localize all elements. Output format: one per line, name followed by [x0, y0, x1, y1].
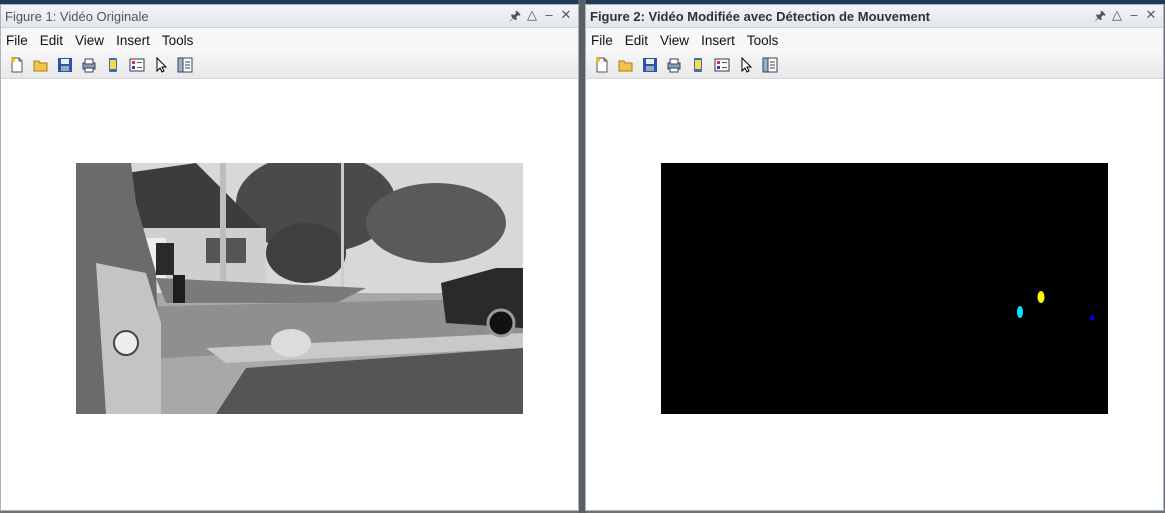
titlebar[interactable]: Figure 2: Vidéo Modifiée avec Détection …: [586, 5, 1163, 28]
color-palette-icon[interactable]: [127, 55, 147, 75]
menu-insert[interactable]: Insert: [110, 33, 156, 48]
new-file-icon[interactable]: [592, 55, 612, 75]
pin-icon[interactable]: 🖈: [509, 7, 521, 29]
figure-1-window: Figure 1: Vidéo Originale 🖈 △ – ✕ File E…: [0, 4, 579, 511]
pointer-icon[interactable]: [151, 55, 171, 75]
menu-edit[interactable]: Edit: [619, 33, 654, 48]
save-icon[interactable]: [640, 55, 660, 75]
toolbar: [1, 52, 578, 79]
pointer-icon[interactable]: [736, 55, 756, 75]
motion-mask-frame: [661, 163, 1108, 414]
titlebar[interactable]: Figure 1: Vidéo Originale 🖈 △ – ✕: [1, 5, 578, 28]
menu-edit[interactable]: Edit: [34, 33, 69, 48]
original-video-frame: [76, 163, 523, 414]
menu-insert[interactable]: Insert: [695, 33, 741, 48]
figure-2-window: Figure 2: Vidéo Modifiée avec Détection …: [585, 4, 1164, 511]
print-icon[interactable]: [664, 55, 684, 75]
menubar: File Edit View Insert Tools: [1, 28, 578, 52]
window-title: Figure 2: Vidéo Modifiée avec Détection …: [590, 8, 930, 24]
menu-file[interactable]: File: [586, 33, 619, 48]
menu-view[interactable]: View: [654, 33, 695, 48]
detection-blob-yellow: [1037, 291, 1045, 303]
phone-icon[interactable]: [688, 55, 708, 75]
close-icon[interactable]: ✕: [560, 7, 572, 29]
figure-canvas: [1, 79, 578, 510]
window-title: Figure 1: Vidéo Originale: [5, 8, 149, 24]
new-file-icon[interactable]: [7, 55, 27, 75]
property-panel-icon[interactable]: [175, 55, 195, 75]
toolbar: [586, 52, 1163, 79]
open-folder-icon[interactable]: [616, 55, 636, 75]
save-icon[interactable]: [55, 55, 75, 75]
print-icon[interactable]: [79, 55, 99, 75]
open-folder-icon[interactable]: [31, 55, 51, 75]
menubar: File Edit View Insert Tools: [586, 28, 1163, 52]
menu-view[interactable]: View: [69, 33, 110, 48]
minimize-icon[interactable]: –: [1128, 7, 1140, 29]
motion-detection-image: [661, 163, 1108, 414]
menu-tools[interactable]: Tools: [156, 33, 200, 48]
close-icon[interactable]: ✕: [1145, 7, 1157, 29]
detection-blob-blue: [1089, 315, 1095, 321]
menu-tools[interactable]: Tools: [741, 33, 785, 48]
color-palette-icon[interactable]: [712, 55, 732, 75]
property-panel-icon[interactable]: [760, 55, 780, 75]
restore-icon[interactable]: △: [1111, 7, 1123, 29]
restore-icon[interactable]: △: [526, 7, 538, 29]
phone-icon[interactable]: [103, 55, 123, 75]
detection-blob-cyan: [1017, 306, 1023, 318]
street-scene-image: [76, 163, 523, 414]
minimize-icon[interactable]: –: [543, 7, 555, 29]
menu-file[interactable]: File: [1, 33, 34, 48]
figure-canvas: [586, 79, 1163, 510]
pin-icon[interactable]: 🖈: [1094, 7, 1106, 29]
